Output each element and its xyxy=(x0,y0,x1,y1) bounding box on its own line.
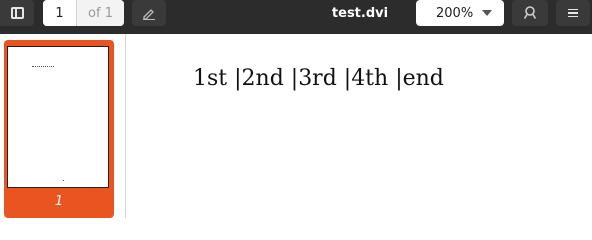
thumbnail-item-selected[interactable]: 1 xyxy=(4,40,114,218)
document-title: test.dvi xyxy=(331,5,389,21)
zoom-select[interactable]: 200% xyxy=(416,0,504,26)
page-total-label: of 1 xyxy=(77,0,124,26)
thumbnail-text-line xyxy=(32,66,54,67)
menu-button[interactable] xyxy=(556,0,590,26)
chevron-down-icon xyxy=(482,10,492,16)
document-text: 1st |2nd |3rd |4th |end xyxy=(193,66,444,91)
thumbnail-sidebar: 1 xyxy=(0,34,126,218)
page-number-input[interactable] xyxy=(43,0,76,26)
page-thumbnail xyxy=(7,46,109,188)
document-view[interactable]: 1st |2nd |3rd |4th |end xyxy=(127,34,592,218)
search-button[interactable] xyxy=(512,0,548,26)
annotate-button[interactable] xyxy=(132,0,166,26)
page-navigator: of 1 xyxy=(43,0,124,26)
thumbnail-label: 1 xyxy=(54,193,64,209)
header-bar: of 1 test.dvi 200% xyxy=(0,0,592,34)
pencil-icon xyxy=(143,9,155,20)
search-icon xyxy=(523,6,537,19)
hamburger-menu-icon xyxy=(568,8,578,18)
sidebar-toggle-button[interactable] xyxy=(0,0,34,26)
sidebar-icon xyxy=(10,7,24,19)
thumbnail-page-number-mark xyxy=(63,180,64,181)
zoom-value: 200% xyxy=(436,5,474,21)
